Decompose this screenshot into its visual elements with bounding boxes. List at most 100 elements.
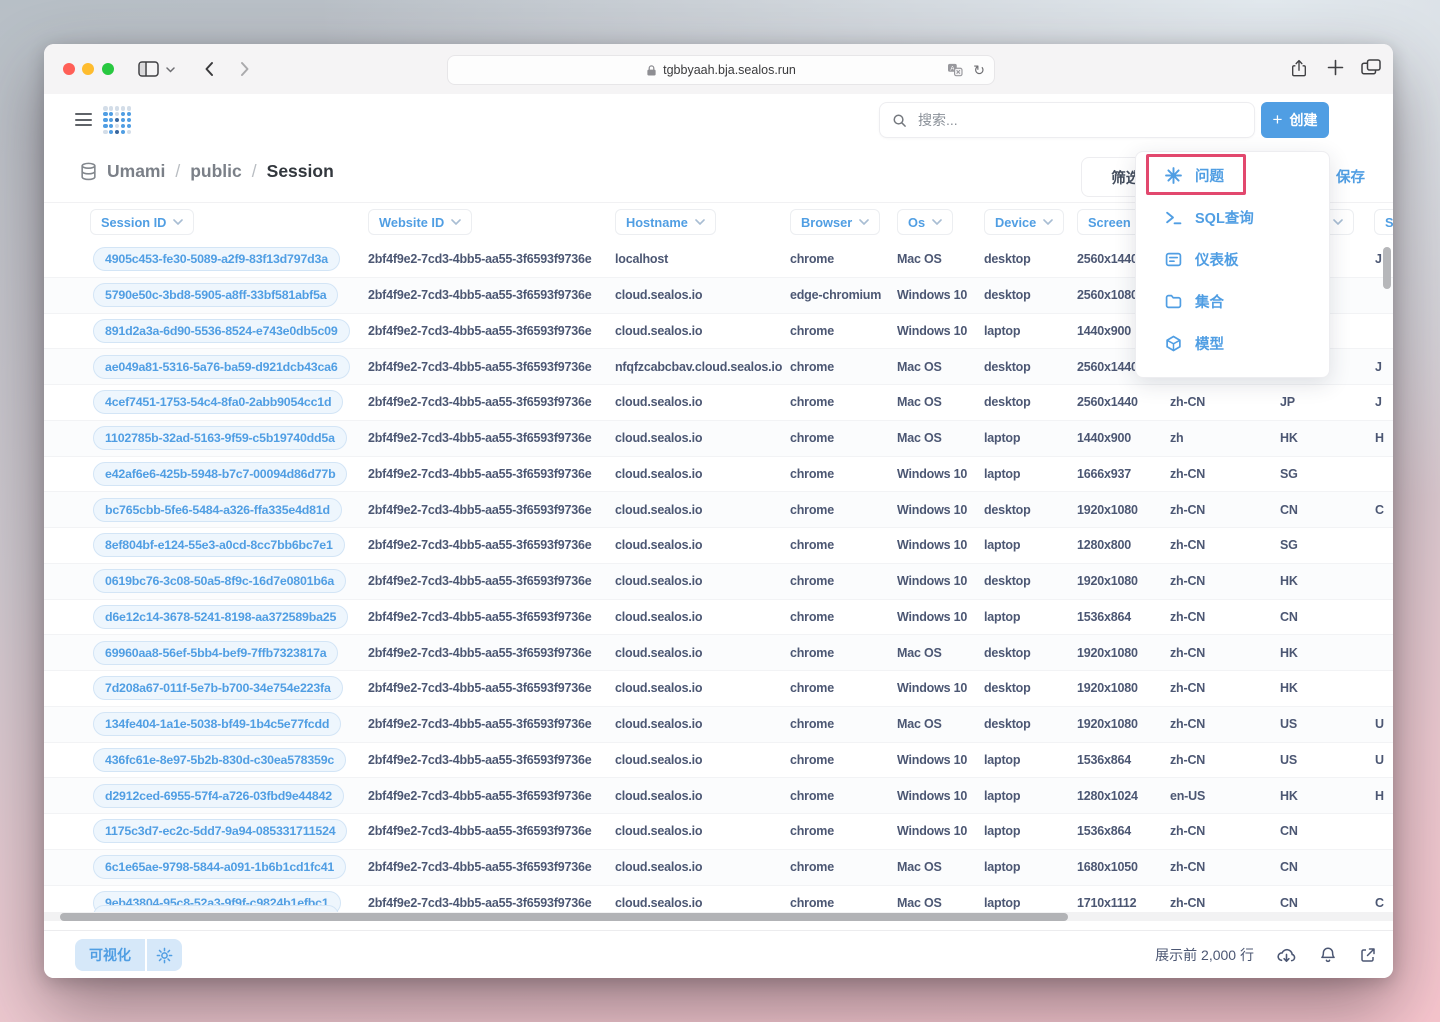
cell-os[interactable]: Mac OS xyxy=(897,860,942,874)
cell-device[interactable]: desktop xyxy=(984,288,1031,302)
menu-item-dashboard[interactable]: 仪表板 xyxy=(1136,238,1329,280)
cell-os[interactable]: Windows 10 xyxy=(897,288,967,302)
cell-language[interactable]: zh-CN xyxy=(1170,467,1205,481)
cell-language[interactable]: zh-CN xyxy=(1170,681,1205,695)
cell-screen[interactable]: 1920x1080 xyxy=(1077,717,1138,731)
cell-hostname[interactable]: cloud.sealos.io xyxy=(615,896,702,910)
cell-language[interactable]: zh-CN xyxy=(1170,395,1205,409)
cell-website-id[interactable]: 2bf4f9e2-7cd3-4bb5-aa55-3f6593f9736e xyxy=(368,646,592,660)
session-id-pill[interactable]: 0619bc76-3c08-50a5-8f9c-16d7e0801b6a xyxy=(93,569,346,593)
cell-hostname[interactable]: cloud.sealos.io xyxy=(615,753,702,767)
breadcrumb-table[interactable]: Session xyxy=(267,161,334,182)
session-id-pill[interactable]: ae049a81-5316-5a76-ba59-d921dcb43ca6 xyxy=(93,355,350,379)
cell-country[interactable]: CN xyxy=(1280,610,1298,624)
session-id-pill[interactable]: 1175c3d7-ec2c-5dd7-9a94-085331711524 xyxy=(93,819,347,843)
cell-language[interactable]: zh-CN xyxy=(1170,574,1205,588)
minimize-window-button[interactable] xyxy=(82,63,94,75)
cell-screen[interactable]: 1920x1080 xyxy=(1077,681,1138,695)
breadcrumb-schema[interactable]: public xyxy=(190,161,242,182)
cell-hostname[interactable]: cloud.sealos.io xyxy=(615,646,702,660)
visualization-settings-button[interactable] xyxy=(147,939,182,971)
cell-country[interactable]: HK xyxy=(1280,574,1298,588)
share-icon[interactable] xyxy=(1290,58,1308,79)
cell-website-id[interactable]: 2bf4f9e2-7cd3-4bb5-aa55-3f6593f9736e xyxy=(368,860,592,874)
cell-website-id[interactable]: 2bf4f9e2-7cd3-4bb5-aa55-3f6593f9736e xyxy=(368,324,592,338)
cell-browser[interactable]: chrome xyxy=(790,467,834,481)
cell-device[interactable]: desktop xyxy=(984,574,1031,588)
external-link-icon[interactable] xyxy=(1359,946,1377,964)
cell-browser[interactable]: chrome xyxy=(790,431,834,445)
cell-website-id[interactable]: 2bf4f9e2-7cd3-4bb5-aa55-3f6593f9736e xyxy=(368,288,592,302)
cell-website-id[interactable]: 2bf4f9e2-7cd3-4bb5-aa55-3f6593f9736e xyxy=(368,681,592,695)
cell-device[interactable]: desktop xyxy=(984,252,1031,266)
cell-country[interactable]: SG xyxy=(1280,467,1298,481)
cell-browser[interactable]: chrome xyxy=(790,789,834,803)
cell-screen[interactable]: 1536x864 xyxy=(1077,610,1131,624)
cell-device[interactable]: desktop xyxy=(984,503,1031,517)
sidebar-toggle-icon[interactable] xyxy=(138,61,159,77)
session-id-pill[interactable]: 7d208a67-011f-5e7b-b700-34e754e223fa xyxy=(93,676,343,700)
cell-country[interactable]: HK xyxy=(1280,431,1298,445)
cell-su[interactable]: C xyxy=(1375,896,1384,910)
cell-website-id[interactable]: 2bf4f9e2-7cd3-4bb5-aa55-3f6593f9736e xyxy=(368,896,592,910)
cell-device[interactable]: desktop xyxy=(984,646,1031,660)
cell-country[interactable]: CN xyxy=(1280,896,1298,910)
session-id-pill[interactable]: bc765cbb-5fe6-5484-a326-ffa335e4d81d xyxy=(93,498,342,522)
cell-hostname[interactable]: cloud.sealos.io xyxy=(615,789,702,803)
cell-screen[interactable]: 1536x864 xyxy=(1077,824,1131,838)
cell-language[interactable]: zh-CN xyxy=(1170,646,1205,660)
cell-language[interactable]: zh-CN xyxy=(1170,824,1205,838)
cell-hostname[interactable]: cloud.sealos.io xyxy=(615,503,702,517)
cell-website-id[interactable]: 2bf4f9e2-7cd3-4bb5-aa55-3f6593f9736e xyxy=(368,789,592,803)
bell-icon[interactable] xyxy=(1319,946,1337,964)
cell-browser[interactable]: chrome xyxy=(790,574,834,588)
cell-su[interactable]: U xyxy=(1375,753,1384,767)
cell-hostname[interactable]: cloud.sealos.io xyxy=(615,681,702,695)
cell-screen[interactable]: 1536x864 xyxy=(1077,753,1131,767)
cell-device[interactable]: laptop xyxy=(984,896,1020,910)
cell-os[interactable]: Windows 10 xyxy=(897,503,967,517)
cell-browser[interactable]: chrome xyxy=(790,896,834,910)
cell-hostname[interactable]: localhost xyxy=(615,252,668,266)
cell-language[interactable]: zh-CN xyxy=(1170,860,1205,874)
cell-os[interactable]: Windows 10 xyxy=(897,824,967,838)
cell-browser[interactable]: chrome xyxy=(790,324,834,338)
cell-website-id[interactable]: 2bf4f9e2-7cd3-4bb5-aa55-3f6593f9736e xyxy=(368,538,592,552)
forward-button[interactable] xyxy=(240,61,250,77)
cell-website-id[interactable]: 2bf4f9e2-7cd3-4bb5-aa55-3f6593f9736e xyxy=(368,431,592,445)
cell-screen[interactable]: 1920x1080 xyxy=(1077,574,1138,588)
column-header-subdivision[interactable]: Su xyxy=(1374,209,1393,235)
new-tab-icon[interactable] xyxy=(1327,59,1344,76)
menu-item-model[interactable]: 模型 xyxy=(1136,322,1329,364)
cell-language[interactable]: zh xyxy=(1170,431,1184,445)
cell-hostname[interactable]: cloud.sealos.io xyxy=(615,574,702,588)
cell-country[interactable]: CN xyxy=(1280,824,1298,838)
sidebar-menu-icon[interactable] xyxy=(75,113,92,126)
cell-os[interactable]: Mac OS xyxy=(897,717,942,731)
cell-website-id[interactable]: 2bf4f9e2-7cd3-4bb5-aa55-3f6593f9736e xyxy=(368,360,592,374)
chevron-down-icon[interactable] xyxy=(166,67,175,73)
cell-browser[interactable]: chrome xyxy=(790,860,834,874)
cell-os[interactable]: Windows 10 xyxy=(897,467,967,481)
session-id-pill[interactable]: 134fe404-1a1e-5038-bf49-1b4c5e77fcdd xyxy=(93,712,341,736)
session-id-pill[interactable]: 4cef7451-1753-54c4-8fa0-2abb9054cc1d xyxy=(93,390,343,414)
cell-su[interactable]: J xyxy=(1375,360,1382,374)
cell-browser[interactable]: chrome xyxy=(790,824,834,838)
cell-su[interactable]: H xyxy=(1375,789,1384,803)
vertical-scrollbar-thumb[interactable] xyxy=(1383,247,1391,289)
search-input[interactable] xyxy=(916,111,1242,129)
cell-su[interactable]: U xyxy=(1375,717,1384,731)
cell-device[interactable]: desktop xyxy=(984,360,1031,374)
cell-language[interactable]: zh-CN xyxy=(1170,753,1205,767)
horizontal-scrollbar[interactable] xyxy=(44,912,1393,921)
cell-country[interactable]: CN xyxy=(1280,860,1298,874)
cell-screen[interactable]: 1920x1080 xyxy=(1077,503,1138,517)
metabase-logo[interactable] xyxy=(103,106,131,134)
cell-os[interactable]: Windows 10 xyxy=(897,610,967,624)
search-box[interactable] xyxy=(879,102,1255,138)
cell-os[interactable]: Windows 10 xyxy=(897,789,967,803)
cell-hostname[interactable]: cloud.sealos.io xyxy=(615,860,702,874)
cell-website-id[interactable]: 2bf4f9e2-7cd3-4bb5-aa55-3f6593f9736e xyxy=(368,395,592,409)
cell-hostname[interactable]: cloud.sealos.io xyxy=(615,824,702,838)
session-id-pill[interactable]: d2912ced-6955-57f4-a726-03fbd9e44842 xyxy=(93,784,344,808)
